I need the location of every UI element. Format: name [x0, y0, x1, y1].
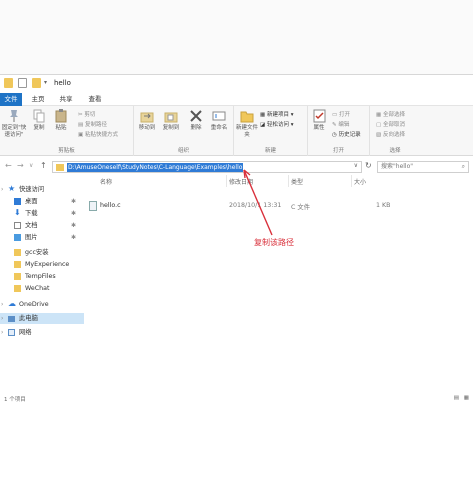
annotation-arrow: [243, 169, 273, 236]
annotation-text: 复制该路径: [254, 238, 294, 247]
status-bar: 1 个项目 ▤ ▦: [0, 395, 473, 405]
large-icons-view-icon[interactable]: ▦: [464, 395, 469, 401]
background-area: [0, 0, 473, 74]
file-explorer-window: ▾ hello 文件 主页 共享 查看 固定到"快速访问" 复制 粘贴 ✂ 剪切…: [0, 74, 473, 404]
item-count: 1 个项目: [4, 397, 26, 403]
details-view-icon[interactable]: ▤: [454, 395, 459, 401]
